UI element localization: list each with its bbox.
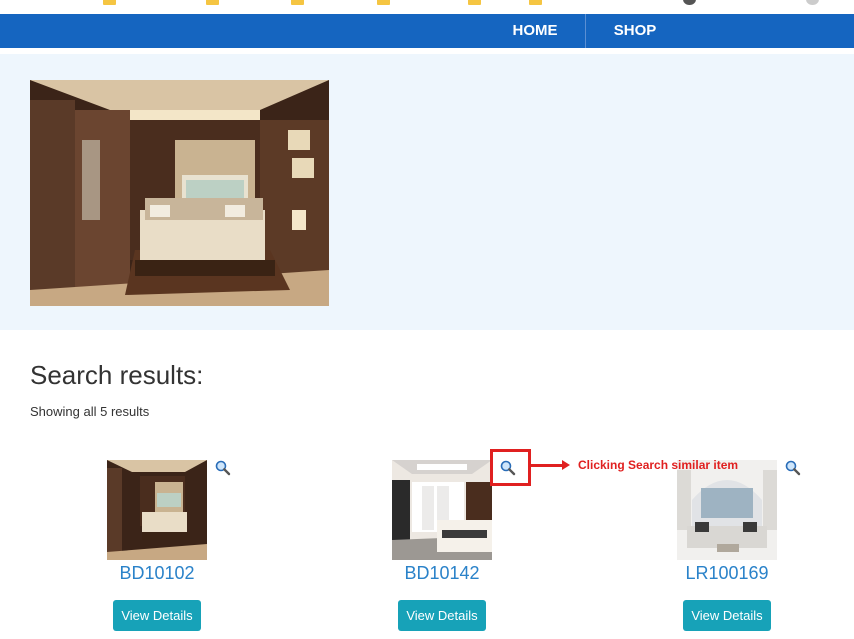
bookmark-folder-icon[interactable] — [529, 0, 542, 5]
bookmark-folder-icon[interactable] — [206, 0, 219, 5]
bookmark-folder-icon[interactable] — [377, 0, 390, 5]
annotation-label: Clicking Search similar item — [578, 458, 739, 472]
search-results-title: Search results: — [30, 360, 204, 390]
annotation-arrow — [531, 464, 565, 467]
product-code-link[interactable]: LR100169 — [627, 563, 827, 584]
product-code-link[interactable]: BD10142 — [342, 563, 542, 584]
bookmark-folder-icon[interactable] — [103, 0, 116, 5]
bookmark-folder-icon[interactable] — [291, 0, 304, 5]
search-similar-icon[interactable] — [215, 460, 231, 476]
product-image-lr100169[interactable] — [677, 460, 777, 560]
view-details-button[interactable]: View Details — [113, 600, 201, 631]
bookmarks-bar — [0, 0, 854, 14]
product-image-bd10102[interactable] — [107, 460, 207, 560]
results-count: Showing all 5 results — [30, 404, 150, 419]
annotation-highlight-box — [490, 449, 531, 486]
nav-divider — [585, 14, 586, 48]
nav-shop[interactable]: SHOP — [600, 14, 670, 48]
main-navbar: HOME SHOP — [0, 14, 854, 48]
annotation-arrow-head — [562, 460, 570, 470]
bookmark-site-icon[interactable] — [806, 0, 819, 5]
search-query-panel — [0, 54, 854, 330]
bookmark-folder-icon[interactable] — [468, 0, 481, 5]
product-code-link[interactable]: BD10102 — [57, 563, 257, 584]
view-details-button[interactable]: View Details — [398, 600, 486, 631]
search-similar-icon[interactable] — [785, 460, 801, 476]
product-image-bd10142[interactable] — [392, 460, 492, 560]
query-image-bedroom — [30, 80, 329, 306]
view-details-button[interactable]: View Details — [683, 600, 771, 631]
nav-home[interactable]: HOME — [500, 14, 570, 48]
bookmark-globe-icon[interactable] — [683, 0, 696, 5]
